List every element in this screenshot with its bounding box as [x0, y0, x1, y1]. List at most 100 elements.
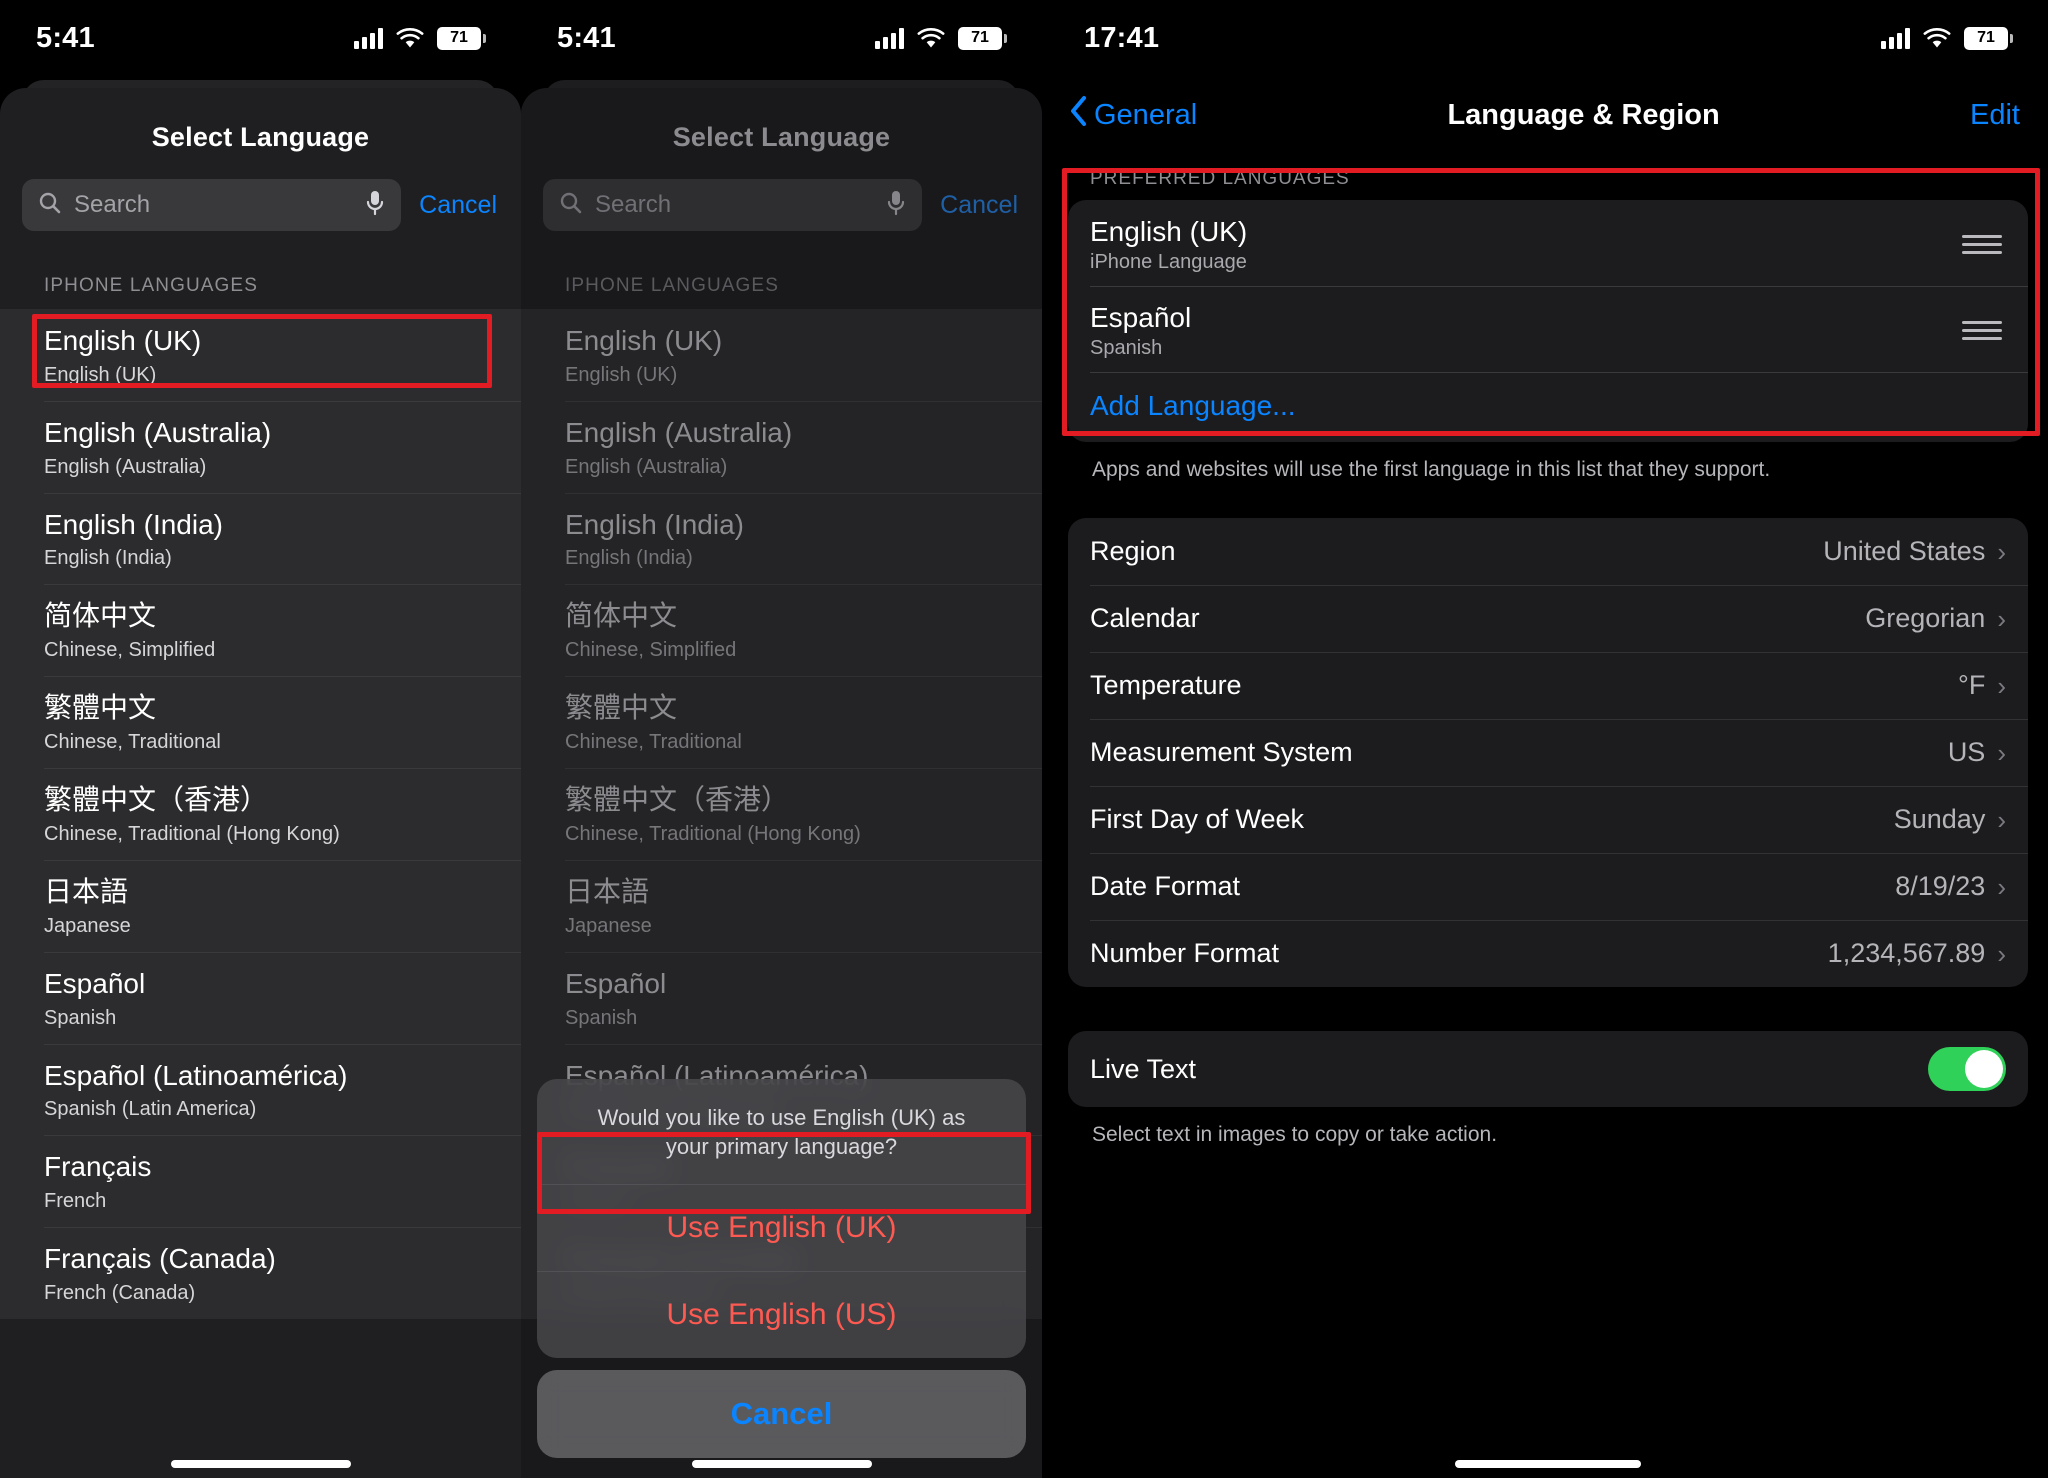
list-item[interactable]: English (India) English (India) — [521, 492, 1042, 585]
edit-button[interactable]: Edit — [1970, 99, 2020, 132]
setting-value-group: Sunday › — [1894, 804, 2006, 835]
list-item[interactable]: Français (Canada) French (Canada) — [0, 1227, 521, 1319]
setting-value: Gregorian — [1865, 603, 1986, 634]
action-sheet-cancel-group: Cancel — [537, 1370, 1026, 1458]
language-english: English (UK) — [44, 363, 157, 386]
language-native: 简体中文 — [44, 600, 157, 632]
list-item[interactable]: 繁體中文（香港） Chinese, Traditional (Hong Kong… — [0, 768, 521, 860]
list-item[interactable]: English (UK) English (UK) — [0, 309, 521, 401]
microphone-icon[interactable] — [365, 189, 385, 222]
preferred-language-row-english-uk[interactable]: English (UK) iPhone Language — [1068, 200, 2028, 286]
live-text-card: Live Text — [1068, 1031, 2028, 1108]
language-english: English (Australia) — [565, 455, 728, 478]
language-english: Spanish — [565, 1006, 638, 1029]
search-input[interactable]: Search — [22, 179, 402, 231]
action-sheet-cancel-button[interactable]: Cancel — [537, 1370, 1026, 1458]
chevron-right-icon: › — [1997, 536, 2006, 567]
setting-row-number-format[interactable]: Number Format 1,234,567.89 › — [1068, 920, 2028, 987]
language-native: 繁體中文（香港） — [565, 784, 790, 816]
back-button-general[interactable]: General — [1070, 95, 1197, 135]
cancel-button[interactable]: Cancel — [940, 191, 1018, 220]
status-time: 5:41 — [557, 21, 616, 54]
preferred-languages-header: PREFERRED LANGUAGES — [1090, 168, 1350, 189]
list-item[interactable]: 繁體中文（香港） Chinese, Traditional (Hong Kong… — [521, 768, 1042, 860]
setting-value: 1,234,567.89 — [1827, 938, 1986, 969]
language-english: Chinese, Traditional (Hong Kong) — [565, 822, 861, 845]
home-indicator — [691, 1460, 872, 1468]
status-bar: 5:41 71 — [521, 0, 1042, 76]
language-native: Español (Latinoamérica) — [44, 1059, 348, 1091]
chevron-right-icon: › — [1997, 938, 2006, 969]
select-language-sheet: Select Language Search Cancel IPHONE LAN… — [0, 88, 521, 1478]
use-english-uk-button[interactable]: Use English (UK) — [537, 1184, 1026, 1271]
language-english: Japanese — [565, 914, 652, 937]
language-native: Français (Canada) — [44, 1243, 276, 1275]
list-item[interactable]: English (India) English (India) — [0, 492, 521, 585]
list-item[interactable]: English (Australia) English (Australia) — [521, 400, 1042, 493]
wifi-icon — [396, 27, 424, 49]
language-english: French — [44, 1190, 107, 1213]
setting-row-calendar[interactable]: Calendar Gregorian › — [1068, 585, 2028, 652]
live-text-label: Live Text — [1090, 1053, 1197, 1084]
setting-row-temperature[interactable]: Temperature °F › — [1068, 652, 2028, 719]
language-english: Chinese, Traditional (Hong Kong) — [44, 822, 340, 845]
status-time: 17:41 — [1084, 21, 1160, 54]
list-item[interactable]: 日本語 Japanese — [521, 859, 1042, 952]
search-row: Search Cancel — [521, 153, 1042, 231]
preferred-language-row-espanol[interactable]: Español Spanish — [1068, 286, 2028, 372]
status-indicators: 71 — [1881, 26, 2013, 50]
list-item[interactable]: 简体中文 Chinese, Simplified — [521, 584, 1042, 676]
list-item[interactable]: 日本語 Japanese — [0, 859, 521, 952]
preferred-language-sub: Spanish — [1090, 337, 1163, 359]
live-text-toggle[interactable] — [1928, 1047, 2006, 1092]
status-time: 5:41 — [36, 21, 95, 54]
list-item[interactable]: Español Spanish — [521, 951, 1042, 1044]
settings-body: PREFERRED LANGUAGES English (UK) iPhone … — [1048, 146, 2048, 1150]
list-item[interactable]: 简体中文 Chinese, Simplified — [0, 584, 521, 676]
list-item[interactable]: English (UK) English (UK) — [521, 309, 1042, 401]
cancel-button[interactable]: Cancel — [419, 191, 497, 220]
battery-icon: 71 — [1964, 26, 2013, 50]
language-english: Chinese, Traditional — [44, 731, 221, 754]
list-item[interactable]: English (Australia) English (Australia) — [0, 400, 521, 493]
search-input[interactable]: Search — [543, 179, 923, 231]
section-header-iphone-languages: IPHONE LANGUAGES — [44, 275, 258, 296]
use-english-us-button[interactable]: Use English (US) — [537, 1271, 1026, 1358]
list-item[interactable]: Español (Latinoamérica) Spanish (Latin A… — [0, 1043, 521, 1136]
search-row: Search Cancel — [0, 153, 521, 231]
list-item[interactable]: 繁體中文 Chinese, Traditional — [0, 676, 521, 768]
action-sheet-group: Would you like to use English (UK) as yo… — [537, 1078, 1026, 1358]
status-bar: 5:41 71 — [0, 0, 521, 76]
preferred-language-sub: iPhone Language — [1090, 251, 1247, 273]
setting-value: 8/19/23 — [1895, 871, 1986, 902]
language-native: 日本語 — [565, 875, 650, 907]
setting-row-first-day-of-week[interactable]: First Day of Week Sunday › — [1068, 786, 2028, 853]
language-english: Spanish (Latin America) — [44, 1098, 257, 1121]
setting-row-date-format[interactable]: Date Format 8/19/23 › — [1068, 853, 2028, 920]
drag-handle-icon[interactable] — [1962, 234, 2002, 254]
setting-label: Region — [1090, 536, 1176, 567]
drag-handle-icon[interactable] — [1962, 320, 2002, 340]
cellular-signal-icon — [354, 27, 383, 49]
setting-label: Number Format — [1090, 938, 1280, 969]
sheet-title: Select Language — [672, 122, 891, 152]
phone-panel-language-region-settings: 17:41 71 General Language & Region Edit … — [1042, 0, 2048, 1478]
microphone-icon[interactable] — [886, 189, 906, 222]
live-text-row[interactable]: Live Text — [1068, 1031, 2028, 1107]
language-english: English (India) — [44, 547, 172, 570]
phone-panel-confirm-language: 5:41 71 Select Language Search Cancel IP… — [521, 0, 1042, 1478]
cellular-signal-icon — [1881, 27, 1910, 49]
list-item[interactable]: Español Spanish — [0, 951, 521, 1044]
setting-value-group: 8/19/23 › — [1895, 871, 2006, 902]
list-item[interactable]: Français French — [0, 1135, 521, 1227]
add-language-button[interactable]: Add Language... — [1068, 372, 2028, 442]
home-indicator — [170, 1460, 351, 1468]
setting-value: United States — [1823, 536, 1986, 567]
setting-row-region[interactable]: Region United States › — [1068, 518, 2028, 585]
screenshot-stage: 5:41 71 Select Language Search Cancel IP… — [0, 0, 2048, 1478]
setting-row-measurement-system[interactable]: Measurement System US › — [1068, 719, 2028, 786]
setting-value-group: US › — [1948, 737, 2006, 768]
language-native: English (Australia) — [44, 416, 272, 448]
list-item[interactable]: 繁體中文 Chinese, Traditional — [521, 676, 1042, 768]
language-native: 日本語 — [44, 875, 129, 907]
